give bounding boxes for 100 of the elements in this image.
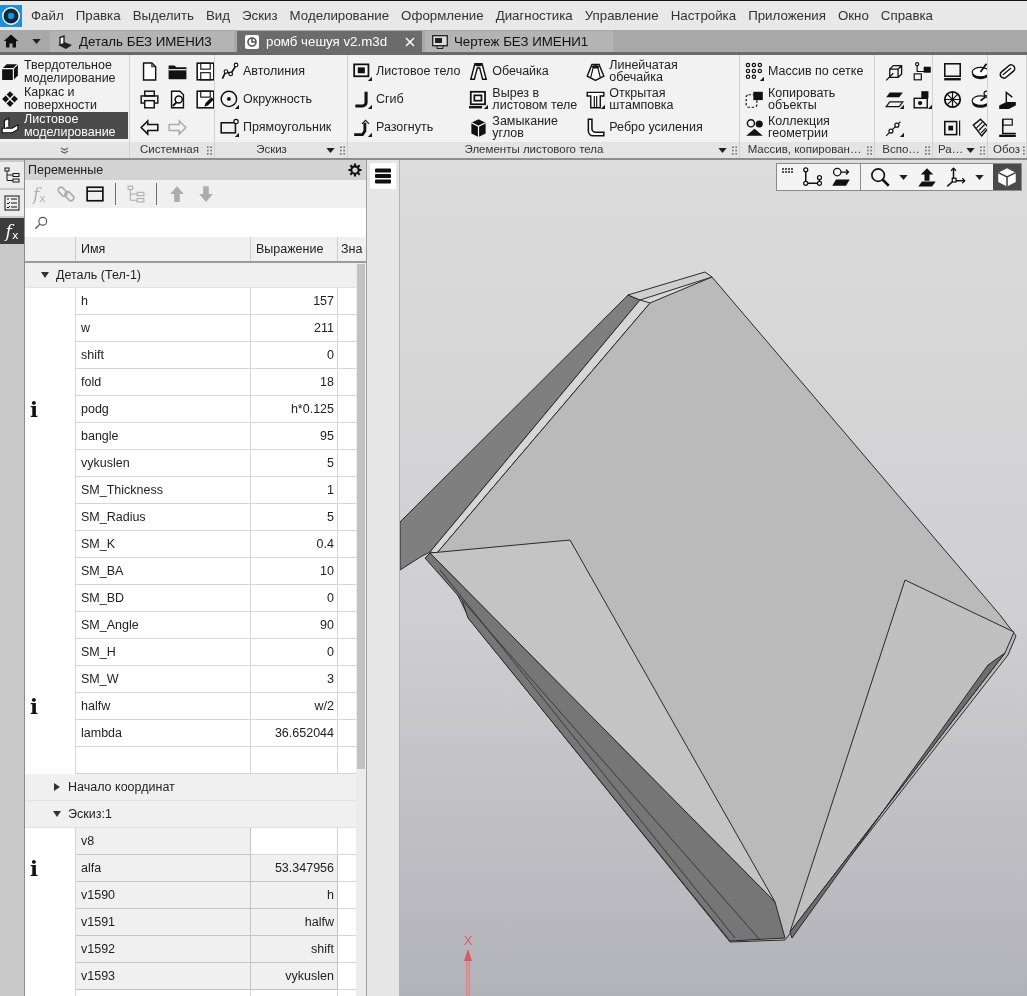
caret-icon[interactable] <box>53 810 61 818</box>
menu-item[interactable]: Вид <box>199 7 237 24</box>
menu-item[interactable]: Оформление <box>395 7 490 24</box>
save-as-icon[interactable] <box>195 89 214 109</box>
variable-name: halfw <box>76 693 251 720</box>
menu-item[interactable]: Эскиз <box>236 7 284 24</box>
mode-button[interactable]: Каркас и поверхности <box>0 85 128 112</box>
caret-icon[interactable] <box>32 38 41 44</box>
scrollbar-thumb[interactable] <box>357 264 365 769</box>
menu-item[interactable]: Управление <box>578 7 665 24</box>
ribbon-command[interactable]: Открытая штамповка <box>586 85 703 113</box>
menu-item[interactable]: Приложения <box>742 7 832 24</box>
caret-icon[interactable] <box>899 174 908 180</box>
ribbon-command[interactable]: Замыкание углов <box>469 113 578 141</box>
ribbon-command[interactable]: Листовое тело <box>353 57 461 85</box>
menu-item[interactable]: Файл <box>25 7 70 24</box>
close-icon[interactable] <box>405 36 415 47</box>
variable-name: SM_BD <box>76 585 251 612</box>
side-tab[interactable]: f$_{x}$ <box>0 218 24 244</box>
tree-group-row[interactable]: Начало координат <box>25 774 356 801</box>
zoom-icon[interactable] <box>870 167 890 187</box>
variable-name: SM_BA <box>76 558 251 585</box>
mode-button[interactable]: Твердотельное моделирование <box>0 58 128 85</box>
ribbon-command[interactable]: Обечайка <box>469 57 578 85</box>
variable-name: SM_H <box>76 639 251 666</box>
expression-value: w/2 <box>251 693 338 720</box>
cube-icon <box>1 62 19 81</box>
group-name: Начало координат <box>68 779 175 795</box>
ribbon-command[interactable]: Разогнуть <box>353 113 461 141</box>
caret-icon[interactable] <box>326 147 335 153</box>
ribbon-command[interactable]: Окружность <box>220 85 332 113</box>
pennant-icon[interactable] <box>997 89 1017 109</box>
hatch-icon[interactable] <box>970 117 987 137</box>
document-tab[interactable]: ромб чешуя v2.m3d <box>237 31 422 52</box>
ribbon-command[interactable]: Линейчатая обечайка <box>586 57 703 85</box>
home-icon[interactable] <box>3 33 19 49</box>
caret-icon[interactable] <box>975 174 984 180</box>
print-icon[interactable] <box>139 89 159 109</box>
ribbon-command[interactable]: Массив по сетке <box>745 57 864 85</box>
window-icon[interactable] <box>85 185 104 203</box>
document-tab[interactable]: Деталь БЕЗ ИМЕНИ3 <box>50 31 234 52</box>
point-object-icon[interactable] <box>912 89 932 109</box>
ribbon-command[interactable]: Коллекция геометрии <box>745 113 864 141</box>
expression-value: 36.652044 <box>251 720 338 747</box>
side-tab[interactable] <box>0 162 24 188</box>
chevron-icon[interactable] <box>60 146 69 154</box>
upward-arrow-icon[interactable] <box>917 167 937 187</box>
variable-name: v1592 <box>76 936 251 963</box>
disc-icon[interactable] <box>970 61 987 81</box>
tree-group-row[interactable]: Деталь (Тел-1) <box>25 263 356 288</box>
flag-icon[interactable] <box>997 117 1017 137</box>
caret-icon[interactable] <box>718 147 727 153</box>
ribbon-command[interactable]: Копировать объекты <box>745 85 864 113</box>
menu-item[interactable]: Настройка <box>664 7 743 24</box>
wheel-icon[interactable] <box>942 89 962 109</box>
corner-points-icon[interactable] <box>802 167 822 187</box>
column-header[interactable]: Зна <box>338 237 366 261</box>
grip-icon <box>867 145 872 155</box>
column-header[interactable]: Имя <box>76 237 251 261</box>
document-tab[interactable]: Чертеж БЕЗ ИМЕНИ1 <box>425 31 613 52</box>
expression-value: 0.4 <box>251 531 338 558</box>
circle-icon <box>220 89 239 109</box>
caret-icon[interactable] <box>41 271 49 279</box>
menu-item[interactable]: Моделирование <box>283 7 396 24</box>
menu-item[interactable]: Правка <box>69 7 127 24</box>
node-icon[interactable] <box>912 61 932 81</box>
menu-item[interactable]: Справка <box>874 7 939 24</box>
column-header[interactable]: Выражение <box>251 237 338 261</box>
axes-icon[interactable] <box>946 167 966 187</box>
expression-value: 211 <box>251 315 338 342</box>
menu-item[interactable]: Окно <box>831 7 875 24</box>
ribbon-command[interactable]: Автолиния <box>220 57 332 85</box>
variable-name: shift <box>76 342 251 369</box>
variable-name: SM_K <box>76 531 251 558</box>
save-icon[interactable] <box>195 61 214 81</box>
view-mode-button[interactable] <box>993 164 1021 190</box>
undo-icon[interactable] <box>139 117 159 137</box>
menu-item[interactable]: Выделить <box>126 7 200 24</box>
caret-icon[interactable] <box>53 783 61 791</box>
settings-icon[interactable] <box>348 163 362 177</box>
tree-group-row[interactable]: Эскиз:1 <box>25 801 356 828</box>
menu-button[interactable] <box>370 163 396 189</box>
move-view-icon[interactable] <box>831 167 851 187</box>
grip-icon <box>207 145 212 155</box>
ribbon-command[interactable]: Прямоугольник <box>220 113 332 141</box>
plane-icon[interactable] <box>884 89 904 109</box>
nested-square-icon[interactable] <box>942 117 962 137</box>
grip-icon <box>340 145 345 155</box>
variable-name: vykuslen <box>76 450 251 477</box>
axis-label: X <box>463 934 473 947</box>
ribbon-command[interactable]: Сгиб <box>353 85 461 113</box>
mode-button[interactable]: Листовое моделирование <box>0 112 128 139</box>
ribbon-command[interactable]: Вырез в листовом теле <box>469 85 578 113</box>
ribbon-command[interactable]: Ребро усиления <box>586 113 703 141</box>
radius-disc-icon[interactable] <box>970 89 987 109</box>
caret-icon[interactable] <box>966 147 976 153</box>
frame-icon[interactable] <box>942 61 962 81</box>
menu-item[interactable]: Диагностика <box>489 7 579 24</box>
variable-name: podg <box>76 396 251 423</box>
tree-icon <box>4 167 20 183</box>
